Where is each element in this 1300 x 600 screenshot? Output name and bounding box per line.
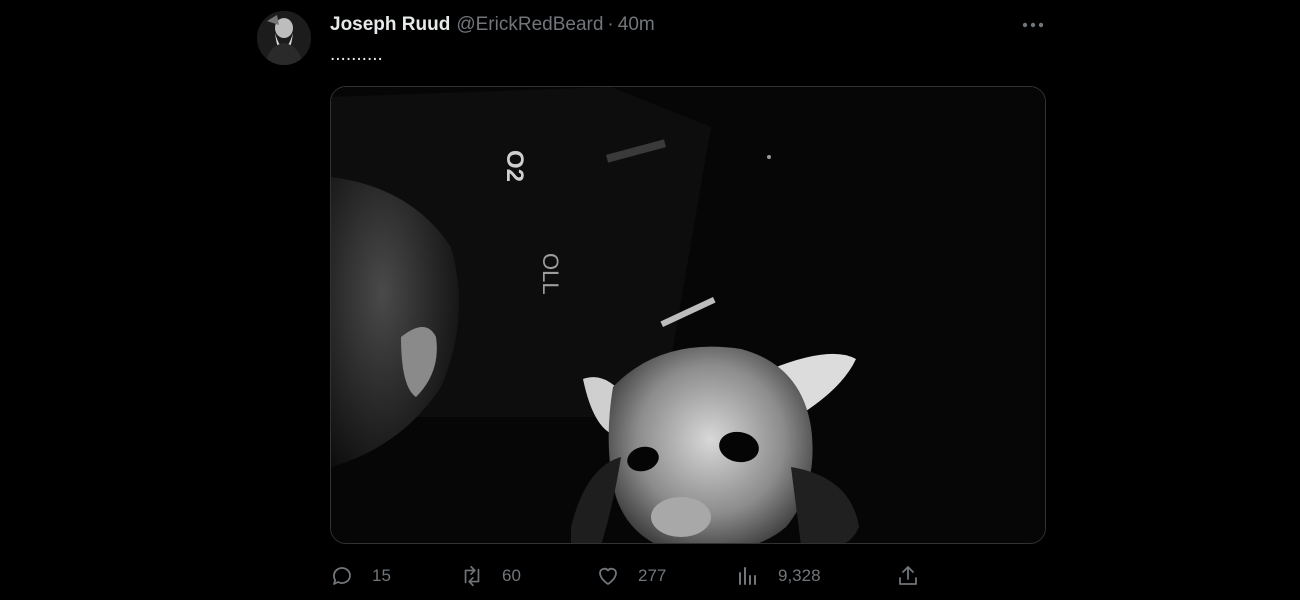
retweet-count: 60: [502, 566, 521, 585]
more-icon: [1022, 22, 1044, 28]
reply-count: 15: [372, 566, 391, 585]
reply-button[interactable]: 15: [330, 560, 391, 592]
tweet-header: Joseph Ruud @ErickRedBeard · 40m: [330, 12, 655, 38]
tweet: Joseph Ruud @ErickRedBeard · 40m .......…: [0, 0, 1300, 600]
retweet-icon: [460, 564, 484, 588]
views-count: 9,328: [778, 566, 821, 585]
tweet-text: ..........: [330, 44, 383, 65]
views-button[interactable]: 9,328: [736, 560, 821, 592]
media-image: O2 OLL: [331, 87, 1045, 543]
tweet-actions: 15 60 277 9,328: [330, 560, 930, 592]
share-icon: [896, 564, 920, 588]
share-button[interactable]: [896, 560, 920, 592]
separator-dot: ·: [607, 14, 614, 35]
avatar-image: [257, 11, 311, 65]
more-options-button[interactable]: [1018, 12, 1048, 38]
views-icon: [736, 564, 760, 588]
avatar[interactable]: [257, 11, 311, 65]
retweet-button[interactable]: 60: [460, 560, 521, 592]
media-label-oll: OLL: [538, 253, 563, 295]
timestamp[interactable]: 40m: [618, 14, 655, 36]
like-count: 277: [638, 566, 667, 585]
tweet-media[interactable]: O2 OLL: [330, 86, 1046, 544]
like-button[interactable]: 277: [596, 560, 666, 592]
author-handle[interactable]: @ErickRedBeard: [456, 14, 603, 36]
author-name[interactable]: Joseph Ruud: [330, 14, 450, 36]
heart-icon: [596, 564, 620, 588]
reply-icon: [330, 564, 354, 588]
media-label-o2: O2: [501, 150, 528, 182]
